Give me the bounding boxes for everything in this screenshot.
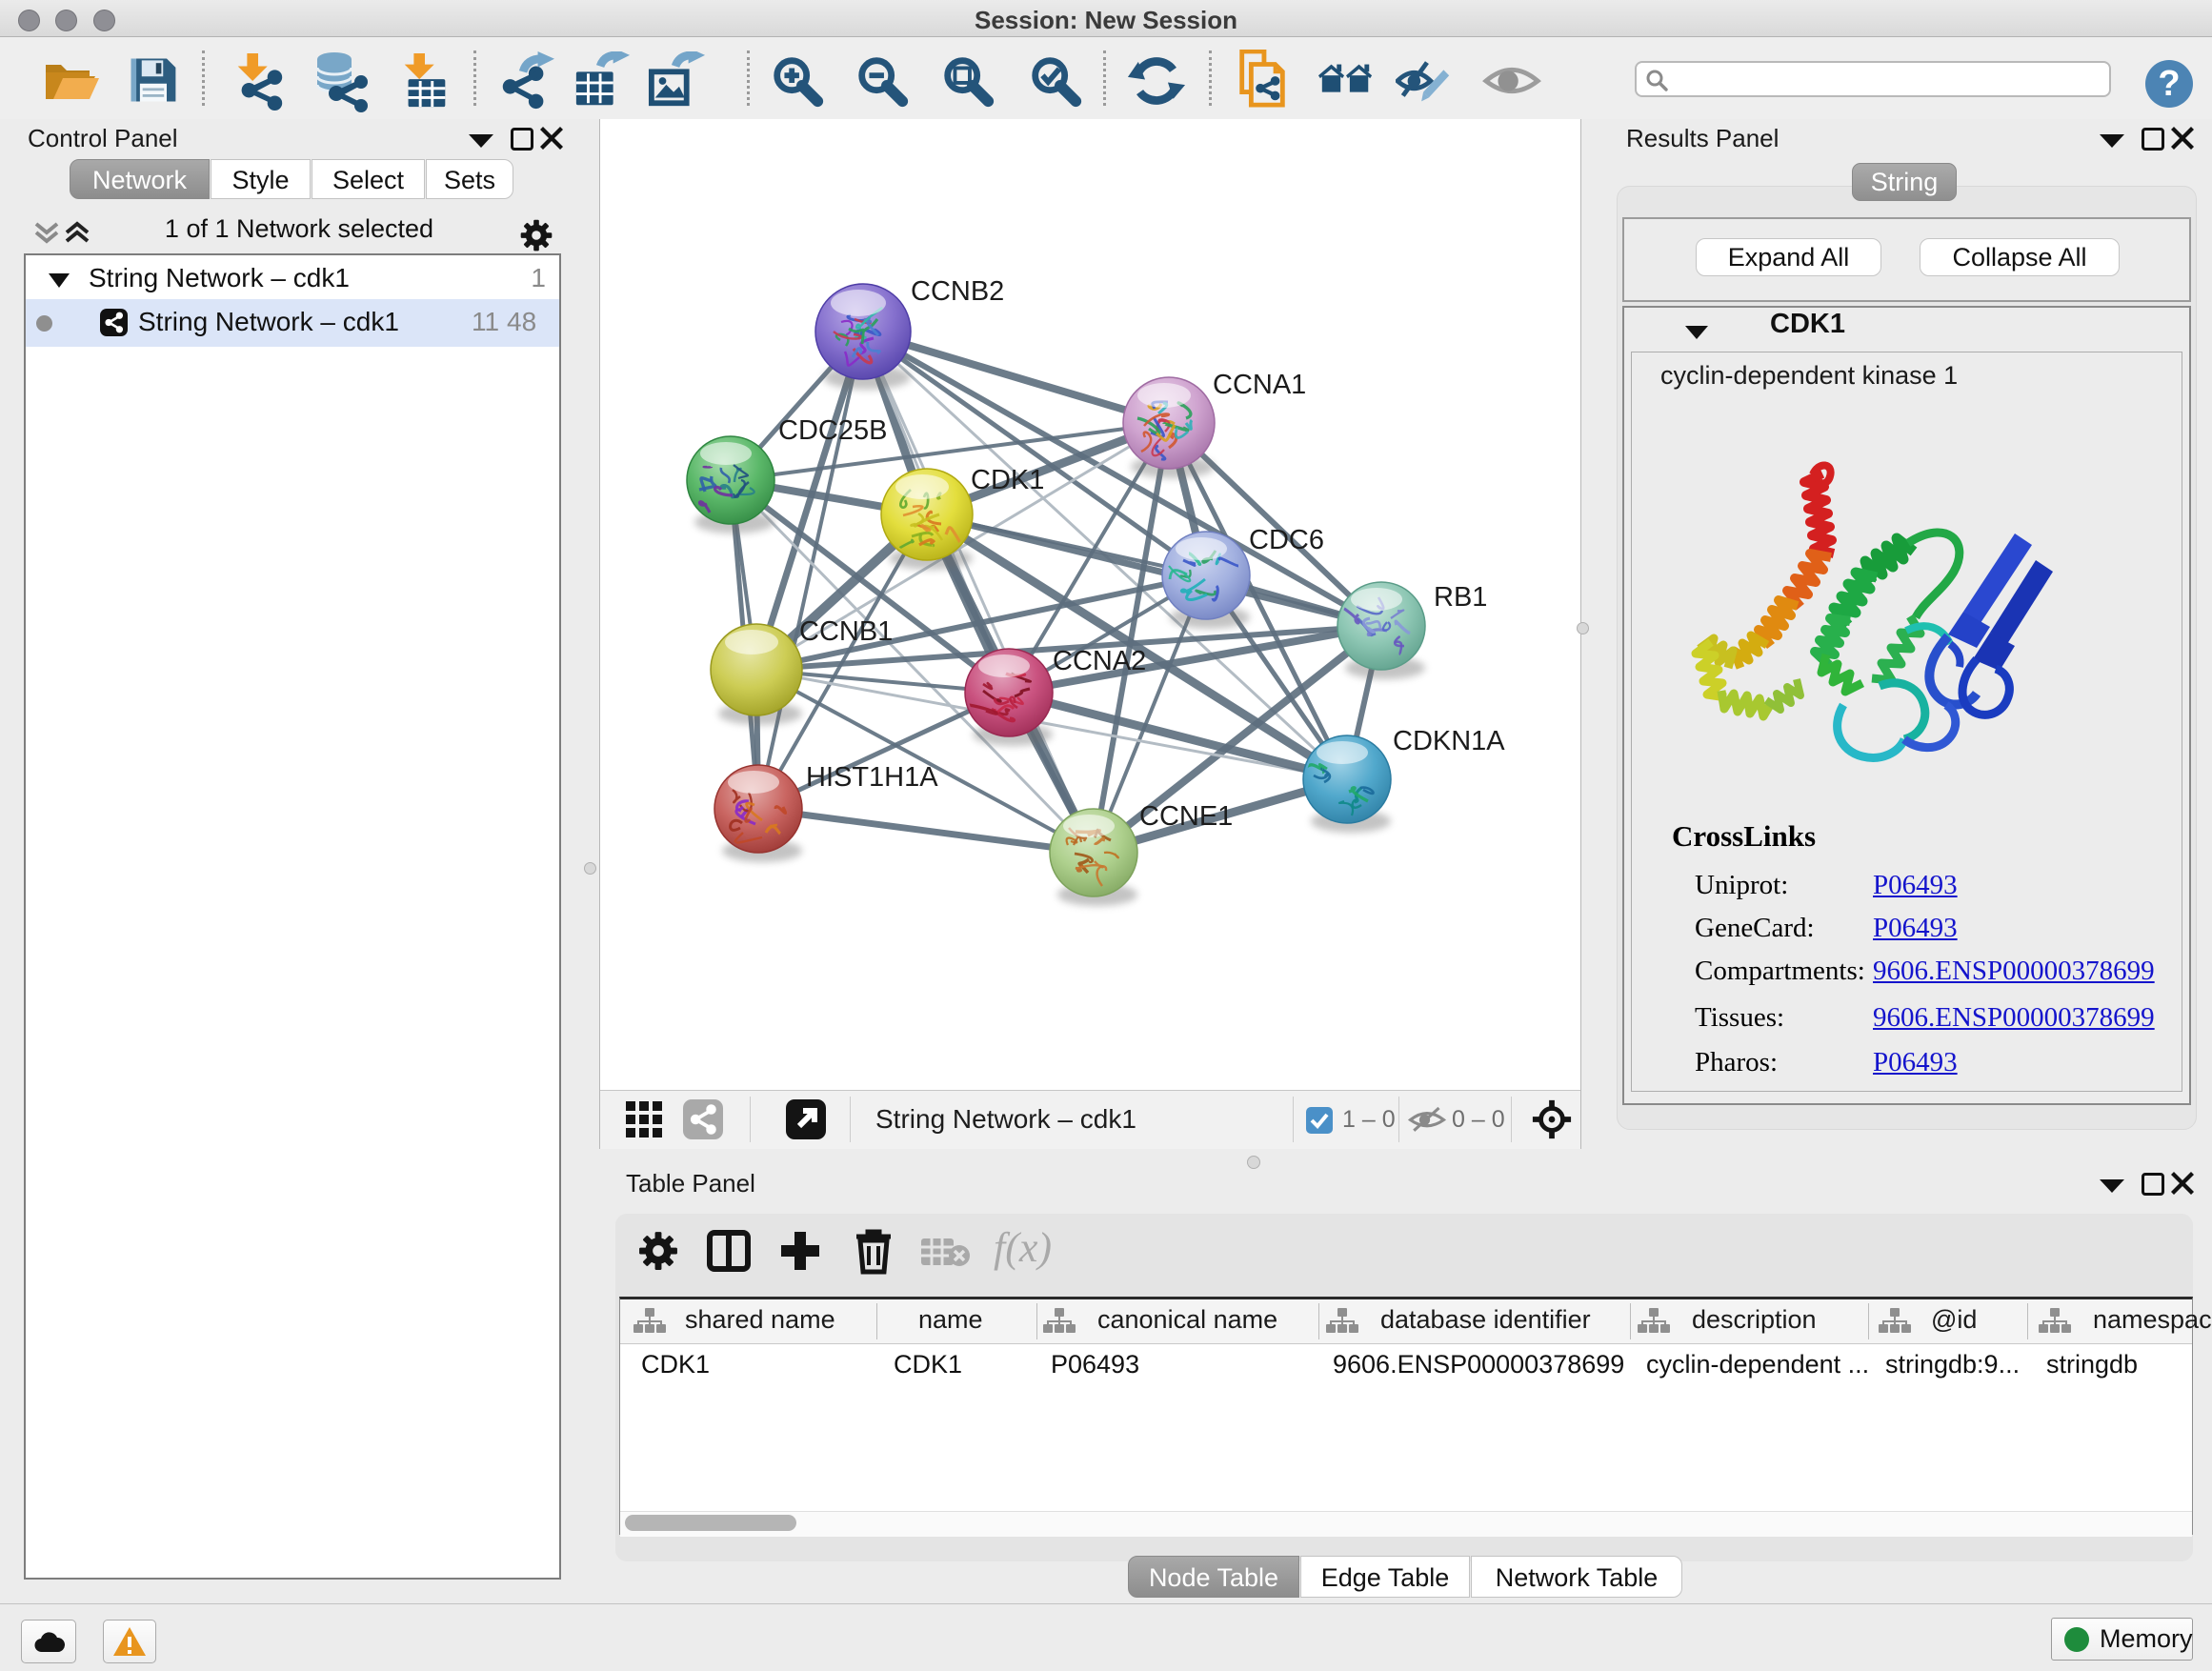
svg-text:HIST1H1A: HIST1H1A [806,762,938,793]
svg-text:CCNA1: CCNA1 [1213,370,1306,400]
svg-text:CCNB1: CCNB1 [799,616,893,647]
svg-text:CCNA2: CCNA2 [1053,646,1146,676]
svg-text:CDKN1A: CDKN1A [1393,726,1505,756]
svg-text:CCNB2: CCNB2 [911,276,1004,307]
svg-text:CDK1: CDK1 [971,465,1044,495]
svg-text:CCNE1: CCNE1 [1139,801,1233,832]
svg-text:RB1: RB1 [1434,582,1487,613]
svg-text:CDC25B: CDC25B [778,415,887,446]
svg-text:CDC6: CDC6 [1249,525,1324,555]
